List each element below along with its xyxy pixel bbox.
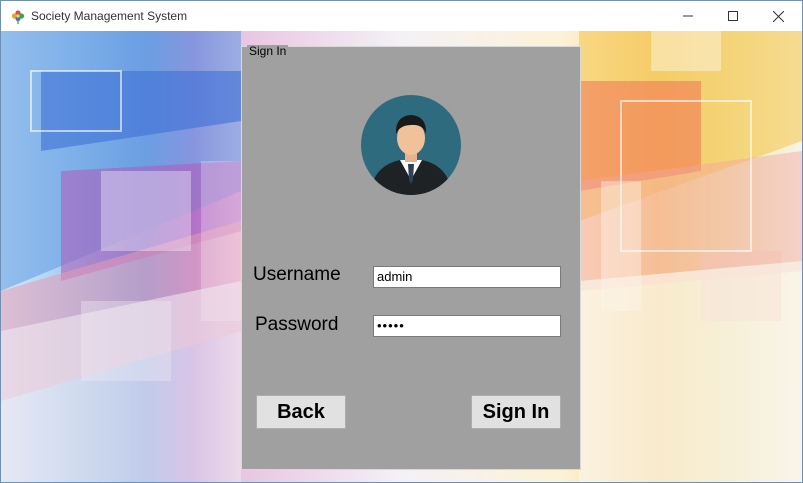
username-label: Username: [253, 264, 341, 285]
close-button[interactable]: [755, 1, 801, 31]
maximize-icon: [728, 11, 738, 21]
user-avatar-icon: [361, 95, 461, 195]
username-input[interactable]: admin: [373, 266, 561, 288]
app-window: Society Management System Sign In Userna…: [0, 0, 803, 483]
password-label: Password: [255, 314, 339, 335]
minimize-button[interactable]: [665, 1, 711, 31]
password-input[interactable]: •••••: [373, 315, 561, 337]
back-button[interactable]: Back: [256, 395, 346, 429]
minimize-icon: [683, 15, 693, 17]
maximize-button[interactable]: [710, 1, 756, 31]
sign-in-button[interactable]: Sign In: [471, 395, 561, 429]
title-bar[interactable]: Society Management System: [1, 1, 802, 31]
close-icon: [772, 10, 784, 22]
flower-app-icon: [11, 10, 25, 24]
sign-in-groupbox: Sign In Username admin Password ••••• Ba…: [241, 44, 581, 470]
groupbox-title: Sign In: [247, 44, 289, 58]
window-title: Society Management System: [31, 9, 188, 23]
